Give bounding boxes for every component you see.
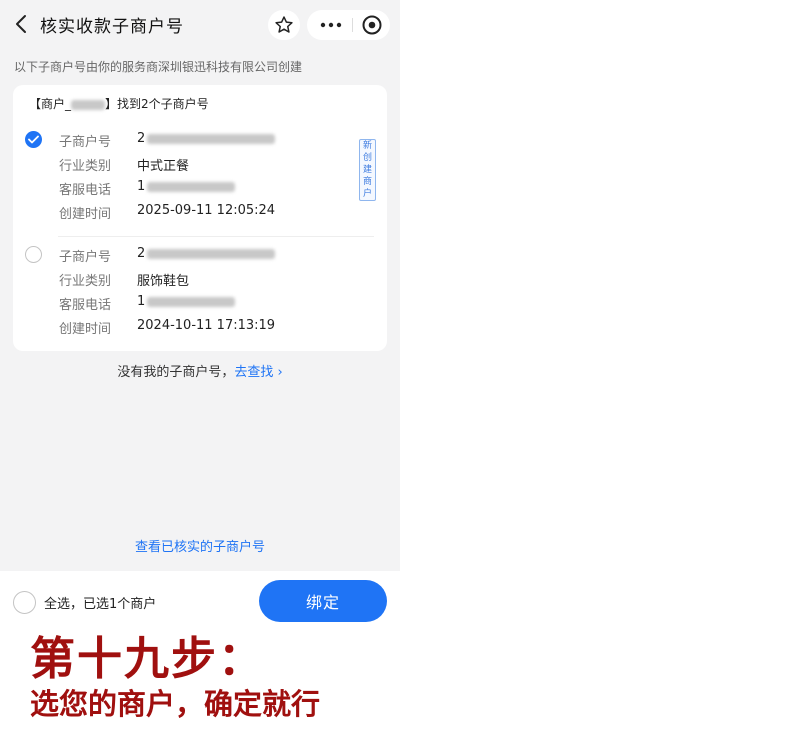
value-phone: 1 bbox=[137, 179, 236, 194]
phone-prefix: 1 bbox=[137, 179, 146, 194]
not-found-line: 没有我的子商户号，去查找 › bbox=[0, 361, 400, 380]
label-merchant-no: 子商户号 bbox=[59, 135, 112, 150]
card-header-suffix: 】找到2个子商户号 bbox=[105, 97, 209, 111]
new-merchant-badge: 新创建商户 bbox=[359, 139, 377, 201]
select-all-label: 全选，已选1个商户 bbox=[44, 597, 157, 612]
label-industry: 行业类别 bbox=[59, 274, 112, 289]
value-industry: 服饰鞋包 bbox=[137, 274, 190, 289]
merchant-entry[interactable]: 子商户号 2 新创建商户 行业类别 中式正餐 客服电话 1 创建时间 2025-… bbox=[13, 125, 387, 235]
step-caption-subtitle: 选您的商户，确定就行 bbox=[30, 687, 321, 721]
go-search-link[interactable]: 去查找 › bbox=[234, 365, 282, 380]
blurred-merchant-no bbox=[147, 248, 276, 259]
card-header: 【商户_ 】找到2个子商户号 bbox=[29, 95, 209, 112]
more-dots-icon bbox=[320, 22, 342, 28]
entry-radio-selected[interactable] bbox=[25, 131, 42, 148]
label-industry: 行业类别 bbox=[59, 159, 112, 174]
label-created: 创建时间 bbox=[59, 207, 112, 222]
target-icon bbox=[362, 15, 382, 35]
not-found-text: 没有我的子商户号， bbox=[117, 365, 235, 380]
value-created: 2024-10-11 17:13:19 bbox=[137, 318, 276, 333]
label-phone: 客服电话 bbox=[59, 183, 112, 198]
value-merchant-no: 2 bbox=[137, 131, 276, 146]
top-bar: 核实收款子商户号 bbox=[0, 0, 400, 50]
entry-radio-unselected[interactable] bbox=[25, 246, 42, 263]
label-phone: 客服电话 bbox=[59, 298, 112, 313]
chevron-left-icon bbox=[16, 15, 26, 33]
bind-button[interactable]: 绑定 bbox=[259, 580, 387, 622]
merchant-entry[interactable]: 子商户号 2 行业类别 服饰鞋包 客服电话 1 创建时间 2024-10-11 … bbox=[13, 240, 387, 350]
merchant-card: 【商户_ 】找到2个子商户号 子商户号 2 新创建商户 行业类别 中式正餐 客服电… bbox=[13, 85, 387, 351]
blurred-phone bbox=[147, 296, 236, 307]
blurred-merchant-name bbox=[71, 99, 106, 110]
label-merchant-no: 子商户号 bbox=[59, 250, 112, 265]
capsule-divider bbox=[352, 18, 353, 32]
step-caption-title: 第十九步： bbox=[30, 632, 266, 685]
view-verified-link[interactable]: 查看已核实的子商户号 bbox=[0, 536, 400, 555]
value-phone: 1 bbox=[137, 294, 236, 309]
mini-program-capsule bbox=[307, 10, 390, 40]
select-all-radio[interactable] bbox=[13, 591, 36, 614]
phone-prefix: 1 bbox=[137, 294, 146, 309]
value-created: 2025-09-11 12:05:24 bbox=[137, 203, 276, 218]
intro-text: 以下子商户号由你的服务商深圳银迅科技有限公司创建 bbox=[14, 60, 303, 74]
merchant-no-prefix: 2 bbox=[137, 246, 146, 261]
back-button[interactable] bbox=[12, 12, 32, 36]
star-icon bbox=[275, 16, 293, 33]
favorite-button[interactable] bbox=[268, 10, 300, 40]
more-button[interactable] bbox=[313, 10, 349, 40]
label-created: 创建时间 bbox=[59, 322, 112, 337]
card-header-prefix: 【商户_ bbox=[29, 97, 72, 111]
value-industry: 中式正餐 bbox=[137, 159, 190, 174]
page-title: 核实收款子商户号 bbox=[40, 17, 184, 37]
entry-divider bbox=[58, 236, 374, 237]
blurred-merchant-no bbox=[147, 133, 276, 144]
check-icon bbox=[28, 135, 39, 144]
blurred-phone bbox=[147, 181, 236, 192]
merchant-no-prefix: 2 bbox=[137, 131, 146, 146]
close-mini-program-button[interactable] bbox=[357, 10, 387, 40]
value-merchant-no: 2 bbox=[137, 246, 276, 261]
